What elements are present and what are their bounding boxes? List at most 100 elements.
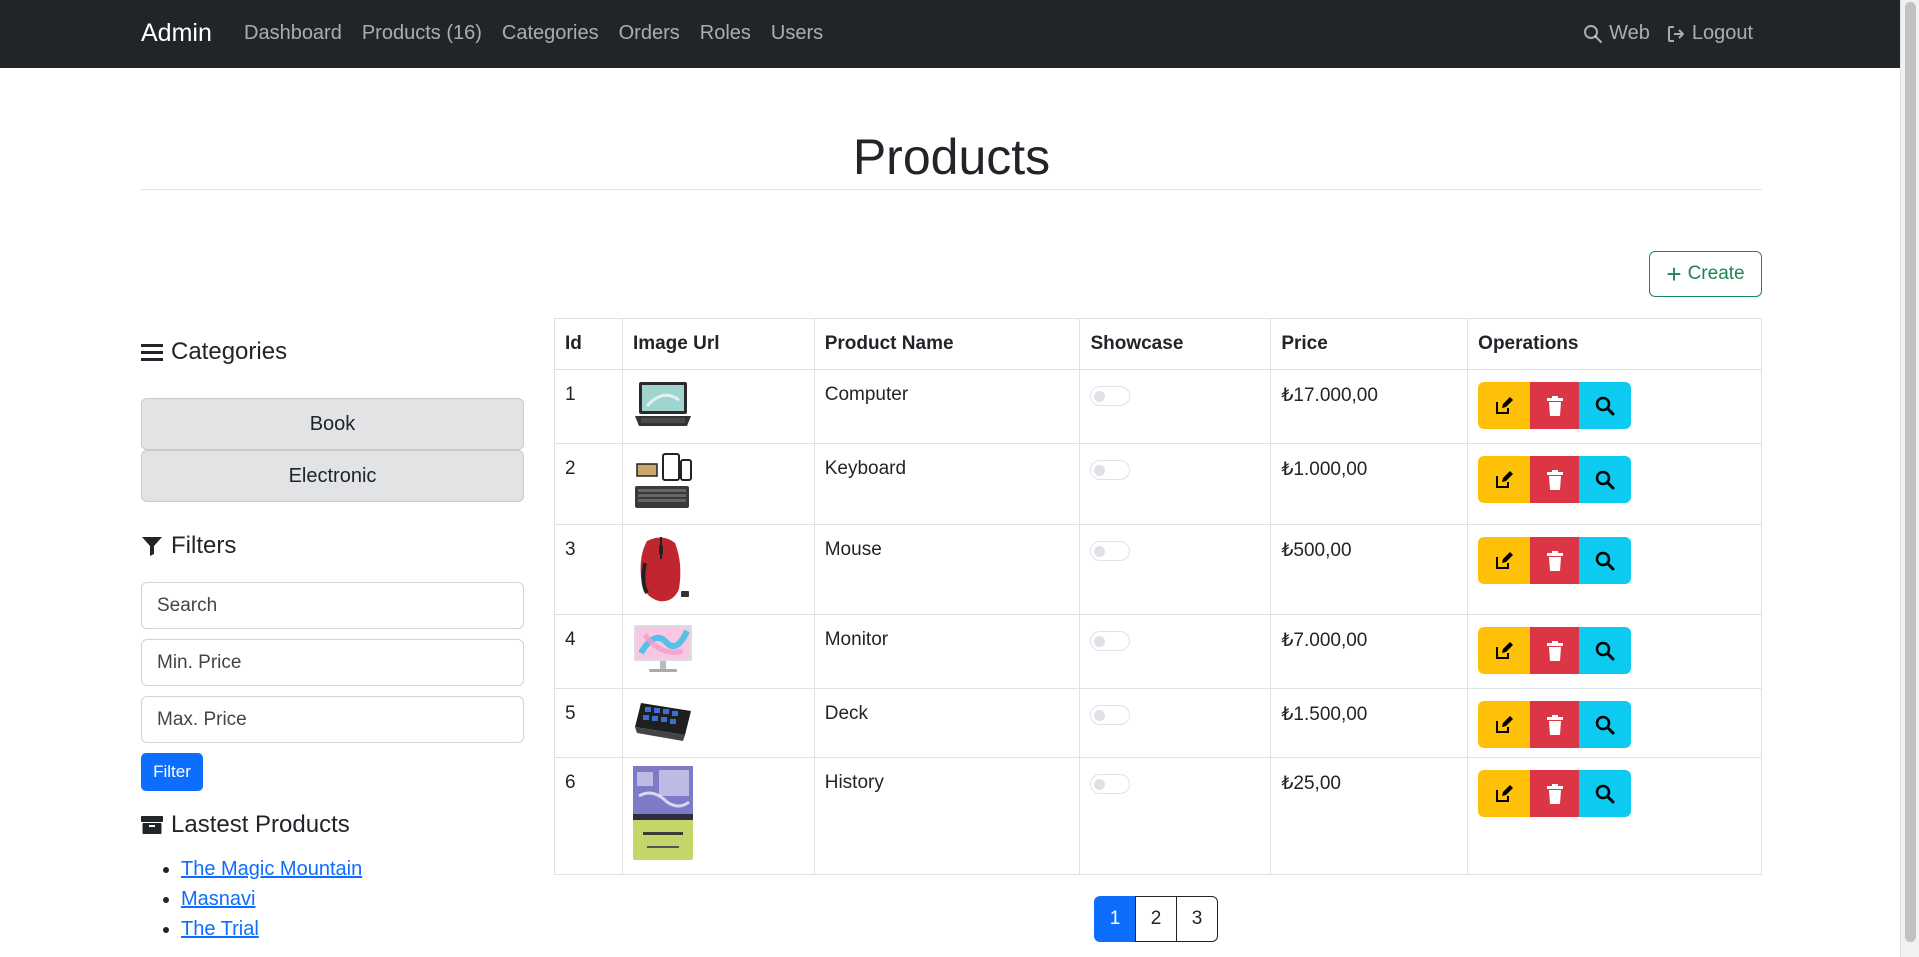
list-item: The Trial bbox=[181, 914, 362, 944]
book-cover-image bbox=[632, 766, 693, 860]
search-icon bbox=[1595, 551, 1615, 570]
edit-button[interactable] bbox=[1478, 537, 1531, 584]
nav-web[interactable]: Web bbox=[1583, 22, 1650, 45]
view-button[interactable] bbox=[1579, 456, 1632, 503]
table-row: 6 History ₺25,00 bbox=[554, 757, 1762, 875]
edit-button[interactable] bbox=[1478, 456, 1531, 503]
cell-operations bbox=[1467, 614, 1762, 689]
category-book[interactable]: Book bbox=[141, 398, 524, 450]
delete-button[interactable] bbox=[1530, 770, 1580, 817]
edit-icon bbox=[1496, 470, 1514, 488]
edit-icon bbox=[1496, 396, 1514, 414]
delete-button[interactable] bbox=[1530, 701, 1580, 748]
delete-button[interactable] bbox=[1530, 627, 1580, 674]
nav-orders[interactable]: Orders bbox=[619, 22, 680, 45]
cell-product-name: Monitor bbox=[813, 614, 1081, 689]
nav-logout[interactable]: Logout bbox=[1666, 22, 1753, 45]
trash-icon bbox=[1546, 550, 1563, 571]
cell-id: 6 bbox=[554, 757, 623, 875]
categories-heading-label: Categories bbox=[171, 338, 288, 365]
monitor-image bbox=[633, 625, 692, 672]
cell-price: ₺500,00 bbox=[1270, 524, 1469, 615]
edit-button[interactable] bbox=[1478, 382, 1531, 429]
list-icon bbox=[141, 344, 163, 361]
category-electronic[interactable]: Electronic bbox=[141, 450, 524, 502]
search-icon bbox=[1595, 470, 1615, 489]
table-row: 1 Computer ₺17.000,00 bbox=[554, 369, 1762, 444]
operations-group bbox=[1478, 382, 1751, 429]
scrollbar-thumb[interactable] bbox=[1905, 2, 1916, 942]
header-operations: Operations bbox=[1467, 318, 1762, 370]
view-button[interactable] bbox=[1579, 770, 1632, 817]
nav-dashboard[interactable]: Dashboard bbox=[244, 22, 342, 45]
edit-button[interactable] bbox=[1478, 701, 1531, 748]
latest-products-heading: Lastest Products bbox=[141, 811, 350, 839]
trash-icon bbox=[1546, 469, 1563, 490]
cell-price: ₺17.000,00 bbox=[1270, 369, 1469, 444]
operations-group bbox=[1478, 537, 1751, 584]
create-label: Create bbox=[1687, 263, 1745, 284]
delete-button[interactable] bbox=[1530, 537, 1580, 584]
cell-price: ₺7.000,00 bbox=[1270, 614, 1469, 689]
page-2[interactable]: 2 bbox=[1135, 896, 1177, 942]
search-input[interactable] bbox=[141, 582, 524, 629]
edit-button[interactable] bbox=[1478, 770, 1531, 817]
header-id: Id bbox=[554, 318, 623, 370]
filter-button[interactable]: Filter bbox=[141, 753, 203, 791]
view-button[interactable] bbox=[1579, 537, 1632, 584]
delete-button[interactable] bbox=[1530, 382, 1580, 429]
showcase-toggle[interactable] bbox=[1090, 705, 1131, 725]
filter-icon bbox=[142, 537, 162, 556]
cell-image bbox=[621, 614, 815, 689]
latest-products-list: The Magic Mountain Masnavi The Trial bbox=[181, 854, 362, 944]
min-price-input[interactable] bbox=[141, 639, 524, 686]
max-price-input[interactable] bbox=[141, 696, 524, 743]
brand-link[interactable]: Admin bbox=[141, 19, 212, 48]
latest-product-link[interactable]: The Magic Mountain bbox=[181, 858, 362, 880]
top-navbar: Admin Dashboard Products (16) Categories… bbox=[0, 0, 1900, 68]
cell-showcase bbox=[1079, 524, 1272, 615]
operations-group bbox=[1478, 627, 1751, 674]
showcase-toggle[interactable] bbox=[1090, 541, 1131, 561]
cell-id: 3 bbox=[554, 524, 623, 615]
page-1[interactable]: 1 bbox=[1094, 896, 1136, 942]
edit-button[interactable] bbox=[1478, 627, 1531, 674]
trash-icon bbox=[1546, 714, 1563, 735]
cell-showcase bbox=[1079, 688, 1272, 758]
vertical-scrollbar[interactable] bbox=[1900, 0, 1919, 957]
nav-categories[interactable]: Categories bbox=[502, 22, 599, 45]
nav-right: Web Logout bbox=[1567, 22, 1753, 45]
search-icon bbox=[1595, 641, 1615, 660]
nav-web-label: Web bbox=[1609, 22, 1650, 44]
search-icon bbox=[1595, 715, 1615, 734]
showcase-toggle[interactable] bbox=[1090, 631, 1131, 651]
cell-product-name: History bbox=[813, 757, 1081, 875]
latest-products-heading-label: Lastest Products bbox=[171, 811, 350, 838]
nav-users[interactable]: Users bbox=[771, 22, 823, 45]
view-button[interactable] bbox=[1579, 627, 1632, 674]
list-item: The Magic Mountain bbox=[181, 854, 362, 884]
view-button[interactable] bbox=[1579, 701, 1632, 748]
page-3[interactable]: 3 bbox=[1176, 896, 1218, 942]
cell-showcase bbox=[1079, 614, 1272, 689]
pagination: 1 2 3 bbox=[1094, 896, 1218, 942]
cell-id: 4 bbox=[554, 614, 623, 689]
edit-icon bbox=[1496, 551, 1514, 569]
showcase-toggle[interactable] bbox=[1090, 774, 1131, 794]
nav-roles[interactable]: Roles bbox=[700, 22, 751, 45]
create-button[interactable]: + Create bbox=[1649, 251, 1762, 297]
nav-products[interactable]: Products (16) bbox=[362, 22, 482, 45]
latest-product-link[interactable]: Masnavi bbox=[181, 888, 255, 910]
showcase-toggle[interactable] bbox=[1090, 460, 1131, 480]
showcase-toggle[interactable] bbox=[1090, 386, 1131, 406]
filters-heading-label: Filters bbox=[171, 532, 237, 559]
delete-button[interactable] bbox=[1530, 456, 1580, 503]
latest-product-link[interactable]: The Trial bbox=[181, 918, 259, 940]
cell-id: 2 bbox=[554, 443, 623, 525]
page-title: Products bbox=[852, 129, 1051, 185]
cell-showcase bbox=[1079, 369, 1272, 444]
cell-product-name: Deck bbox=[813, 688, 1081, 758]
mouse-image bbox=[640, 537, 689, 602]
search-icon bbox=[1595, 784, 1615, 803]
view-button[interactable] bbox=[1579, 382, 1632, 429]
